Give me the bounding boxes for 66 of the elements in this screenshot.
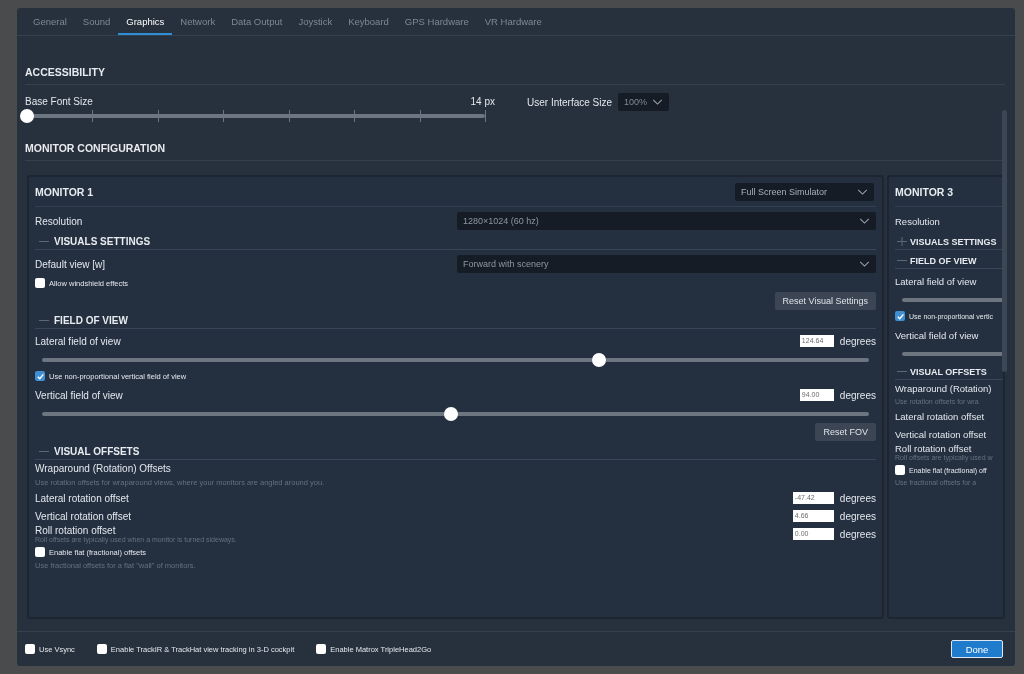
dropdown[interactable]: 100% <box>618 93 670 111</box>
section-title: FIELD OF VIEW <box>54 315 128 326</box>
checkbox[interactable] <box>25 644 35 654</box>
unit-label: degrees <box>839 528 876 540</box>
unit-label: degrees <box>839 389 876 401</box>
setting-label: Resolution <box>35 215 83 227</box>
setting-label: Lateral field of view <box>35 335 121 347</box>
chevron-icon <box>859 218 870 224</box>
checkbox[interactable] <box>316 644 327 654</box>
setting-label: User Interface Size <box>527 96 613 108</box>
checkbox[interactable] <box>35 371 45 381</box>
setting-label: Roll rotation offset <box>895 443 973 454</box>
checkbox[interactable] <box>96 644 107 654</box>
tab[interactable]: GPS Hardware <box>396 16 477 35</box>
tab[interactable]: VR Hardware <box>476 16 550 35</box>
scrollbar[interactable] <box>1002 110 1007 372</box>
tab[interactable]: Joystick <box>290 16 341 35</box>
tab[interactable]: Sound <box>74 16 119 35</box>
unit-label: degrees <box>839 510 876 522</box>
monitor-title: MONITOR 3 <box>895 185 954 198</box>
slider-thumb[interactable] <box>592 353 607 367</box>
chevron-icon <box>857 188 868 195</box>
dropdown[interactable]: Forward with scenery <box>457 255 876 273</box>
dropdown[interactable]: 1280×1024 (60 hz) <box>457 212 876 230</box>
setting-label: Vertical field of view <box>35 389 123 401</box>
setting-label: Lateral rotation offset <box>895 410 985 422</box>
monitor-title: MONITOR 1 <box>35 185 94 198</box>
section-title: VISUALS SETTINGS <box>910 236 997 247</box>
section-title: VISUAL OFFSETS <box>54 446 140 457</box>
unit-label: degrees <box>839 335 876 347</box>
chevron-icon <box>859 261 870 267</box>
setting-label: Roll rotation offset <box>35 525 117 536</box>
checkbox[interactable] <box>895 465 905 475</box>
setting-label: Vertical rotation offset <box>35 510 131 522</box>
unit-label: degrees <box>839 492 876 504</box>
subheading: Wraparound (Rotation) <box>895 383 993 394</box>
setting-label: Resolution <box>895 215 940 227</box>
dropdown[interactable]: Full Screen Simulator <box>735 182 874 201</box>
checkbox[interactable] <box>895 311 905 321</box>
section-heading: MONITOR CONFIGURATION <box>25 142 1005 161</box>
checkbox[interactable] <box>35 547 45 557</box>
slider-thumb[interactable] <box>444 407 459 421</box>
section-title: FIELD OF VIEW <box>910 255 977 266</box>
slider-thumb[interactable] <box>20 109 34 123</box>
setting-label: Lateral field of view <box>895 275 977 287</box>
setting-label: Lateral rotation offset <box>35 492 129 504</box>
chevron-icon <box>652 99 664 105</box>
tab[interactable]: Graphics <box>118 16 173 35</box>
value-label: 14 px <box>470 96 495 107</box>
done-button[interactable]: Done <box>951 640 1003 658</box>
setting-label: Vertical rotation offset <box>895 428 987 440</box>
checkbox[interactable] <box>35 278 45 288</box>
reset-button[interactable]: Reset Visual Settings <box>774 292 876 310</box>
section-title: VISUALS SETTINGS <box>54 236 151 247</box>
tab[interactable]: General <box>25 16 75 35</box>
plus-icon[interactable] <box>897 237 907 246</box>
setting-label: Default view [w] <box>35 258 106 270</box>
setting-label: Base Font Size <box>25 96 93 107</box>
section-title: VISUAL OFFSETS <box>910 366 987 377</box>
tab[interactable]: Data Output <box>223 16 291 35</box>
tab[interactable]: Network <box>172 16 224 35</box>
section-heading: ACCESSIBILITY <box>25 66 1005 85</box>
setting-label: Vertical field of view <box>895 329 979 341</box>
reset-button[interactable]: Reset FOV <box>815 423 876 441</box>
tab[interactable]: Keyboard <box>340 16 397 35</box>
subheading: Wraparound (Rotation) Offsets <box>35 463 172 474</box>
